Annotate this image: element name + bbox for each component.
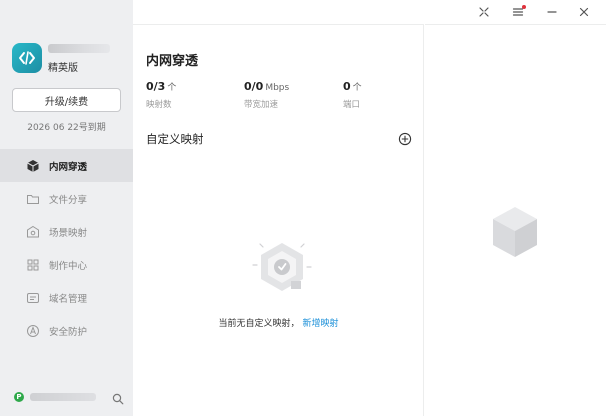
detail-panel <box>425 24 606 416</box>
close-icon[interactable] <box>576 4 592 20</box>
cube-placeholder-icon <box>493 207 537 257</box>
stat-value: 0/0 <box>244 80 264 93</box>
sidebar-item-label: 安全防护 <box>49 326 88 338</box>
scene-icon <box>26 225 40 239</box>
sidebar: 精英版 升级/续费 2026 06 22号到期 内网穿透 文件分享 场景映射 制… <box>0 0 133 416</box>
empty-state-text: 当前无自定义映射， 新增映射 <box>133 316 424 329</box>
minimize-icon[interactable] <box>544 4 560 20</box>
sidebar-item-file-share[interactable]: 文件分享 <box>0 182 133 215</box>
plan-label: 精英版 <box>48 63 78 74</box>
stat-mappings: 0/3 个 映射数 <box>146 80 176 110</box>
expire-date: 2026 06 22号到期 <box>27 123 106 133</box>
sidebar-item-label: 文件分享 <box>49 194 88 206</box>
notification-badge <box>522 5 526 9</box>
sidebar-item-intranet[interactable]: 内网穿透 <box>0 149 133 182</box>
stat-unit: 个 <box>352 83 362 93</box>
stat-bandwidth: 0/0 Mbps 带宽加速 <box>244 80 289 110</box>
stat-value: 0 <box>343 80 351 93</box>
code-icon <box>19 51 35 65</box>
user-name-redacted <box>48 44 110 53</box>
sidebar-nav: 内网穿透 文件分享 场景映射 制作中心 域名管理 安全防护 <box>0 149 133 347</box>
stat-label: 端口 <box>343 100 361 110</box>
sidebar-item-scene-mapping[interactable]: 场景映射 <box>0 215 133 248</box>
status-dot-icon: P <box>14 392 24 402</box>
stat-unit: 个 <box>167 83 177 93</box>
upgrade-button[interactable]: 升级/续费 <box>12 88 121 112</box>
page-title: 内网穿透 <box>146 54 199 69</box>
empty-state-icon <box>252 243 312 291</box>
sidebar-item-label: 域名管理 <box>49 293 88 305</box>
stat-label: 带宽加速 <box>244 100 279 110</box>
empty-state-message: 当前无自定义映射， <box>218 319 300 329</box>
sidebar-item-security[interactable]: 安全防护 <box>0 314 133 347</box>
main-panel: 内网穿透 0/3 个 映射数 0/0 Mbps 带宽加速 0个 端口 自定义映射 当… <box>133 24 424 416</box>
stat-ports: 0个 端口 <box>343 80 362 110</box>
sidebar-item-domain[interactable]: 域名管理 <box>0 281 133 314</box>
sidebar-footer: P <box>0 388 133 408</box>
grid-icon <box>26 258 40 272</box>
add-mapping-link[interactable]: 新增映射 <box>303 319 339 329</box>
sidebar-item-label: 场景映射 <box>49 227 88 239</box>
section-title: 自定义映射 <box>146 132 204 146</box>
search-icon[interactable] <box>112 390 124 405</box>
window-titlebar <box>133 0 606 24</box>
menu-icon[interactable] <box>510 4 526 20</box>
add-mapping-icon[interactable] <box>398 131 412 146</box>
sidebar-item-production-center[interactable]: 制作中心 <box>0 248 133 281</box>
stat-value: 0/3 <box>146 80 166 93</box>
sidebar-item-label: 制作中心 <box>49 260 88 272</box>
domain-icon <box>26 291 40 305</box>
compact-mode-icon[interactable] <box>476 4 492 20</box>
stat-unit: Mbps <box>265 83 290 93</box>
ip-address-redacted <box>30 393 96 401</box>
folder-icon <box>26 192 40 206</box>
stat-label: 映射数 <box>146 100 172 110</box>
shield-icon <box>26 324 40 338</box>
sidebar-item-label: 内网穿透 <box>49 161 88 173</box>
cube-icon <box>26 159 40 173</box>
app-logo <box>12 43 42 73</box>
